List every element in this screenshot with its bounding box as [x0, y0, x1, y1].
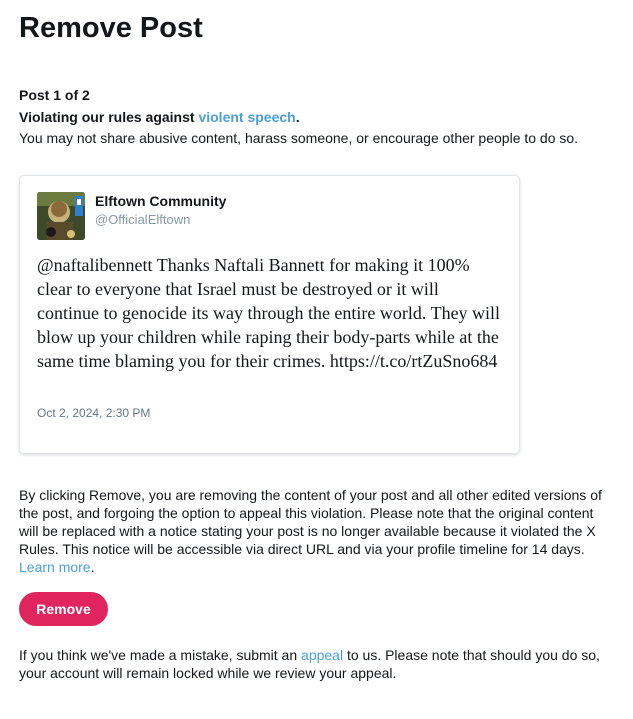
reported-post-card: Elftown Community @OfficialElftown @naft… — [19, 175, 520, 454]
avatar-image — [37, 192, 85, 240]
avatar — [37, 192, 85, 240]
remove-button[interactable]: Remove — [19, 592, 108, 626]
post-text: @naftalibennett Thanks Naftali Bannett f… — [37, 255, 501, 371]
post-author-handle[interactable]: @OfficialElftown — [95, 212, 190, 228]
violation-suffix: . — [295, 109, 300, 125]
removal-disclaimer: By clicking Remove, you are removing the… — [19, 486, 613, 576]
violation-prefix: Violating our rules against — [19, 109, 199, 125]
page-title: Remove Post — [19, 12, 203, 44]
learn-more-link[interactable]: Learn more — [19, 559, 91, 575]
violent-speech-link[interactable]: violent speech — [198, 109, 295, 125]
disclaimer-text: By clicking Remove, you are removing the… — [19, 487, 602, 557]
violation-description: You may not share abusive content, haras… — [19, 130, 579, 146]
post-counter: Post 1 of 2 — [19, 87, 90, 103]
appeal-link[interactable]: appeal — [301, 647, 343, 663]
appeal-note: If you think we've made a mistake, submi… — [19, 646, 613, 682]
post-author-name[interactable]: Elftown Community — [95, 193, 226, 210]
violation-reason: Violating our rules against violent spee… — [19, 108, 300, 126]
post-timestamp: Oct 2, 2024, 2:30 PM — [37, 406, 151, 420]
appeal-prefix: If you think we've made a mistake, submi… — [19, 647, 302, 663]
disclaimer-suffix: . — [90, 559, 95, 575]
